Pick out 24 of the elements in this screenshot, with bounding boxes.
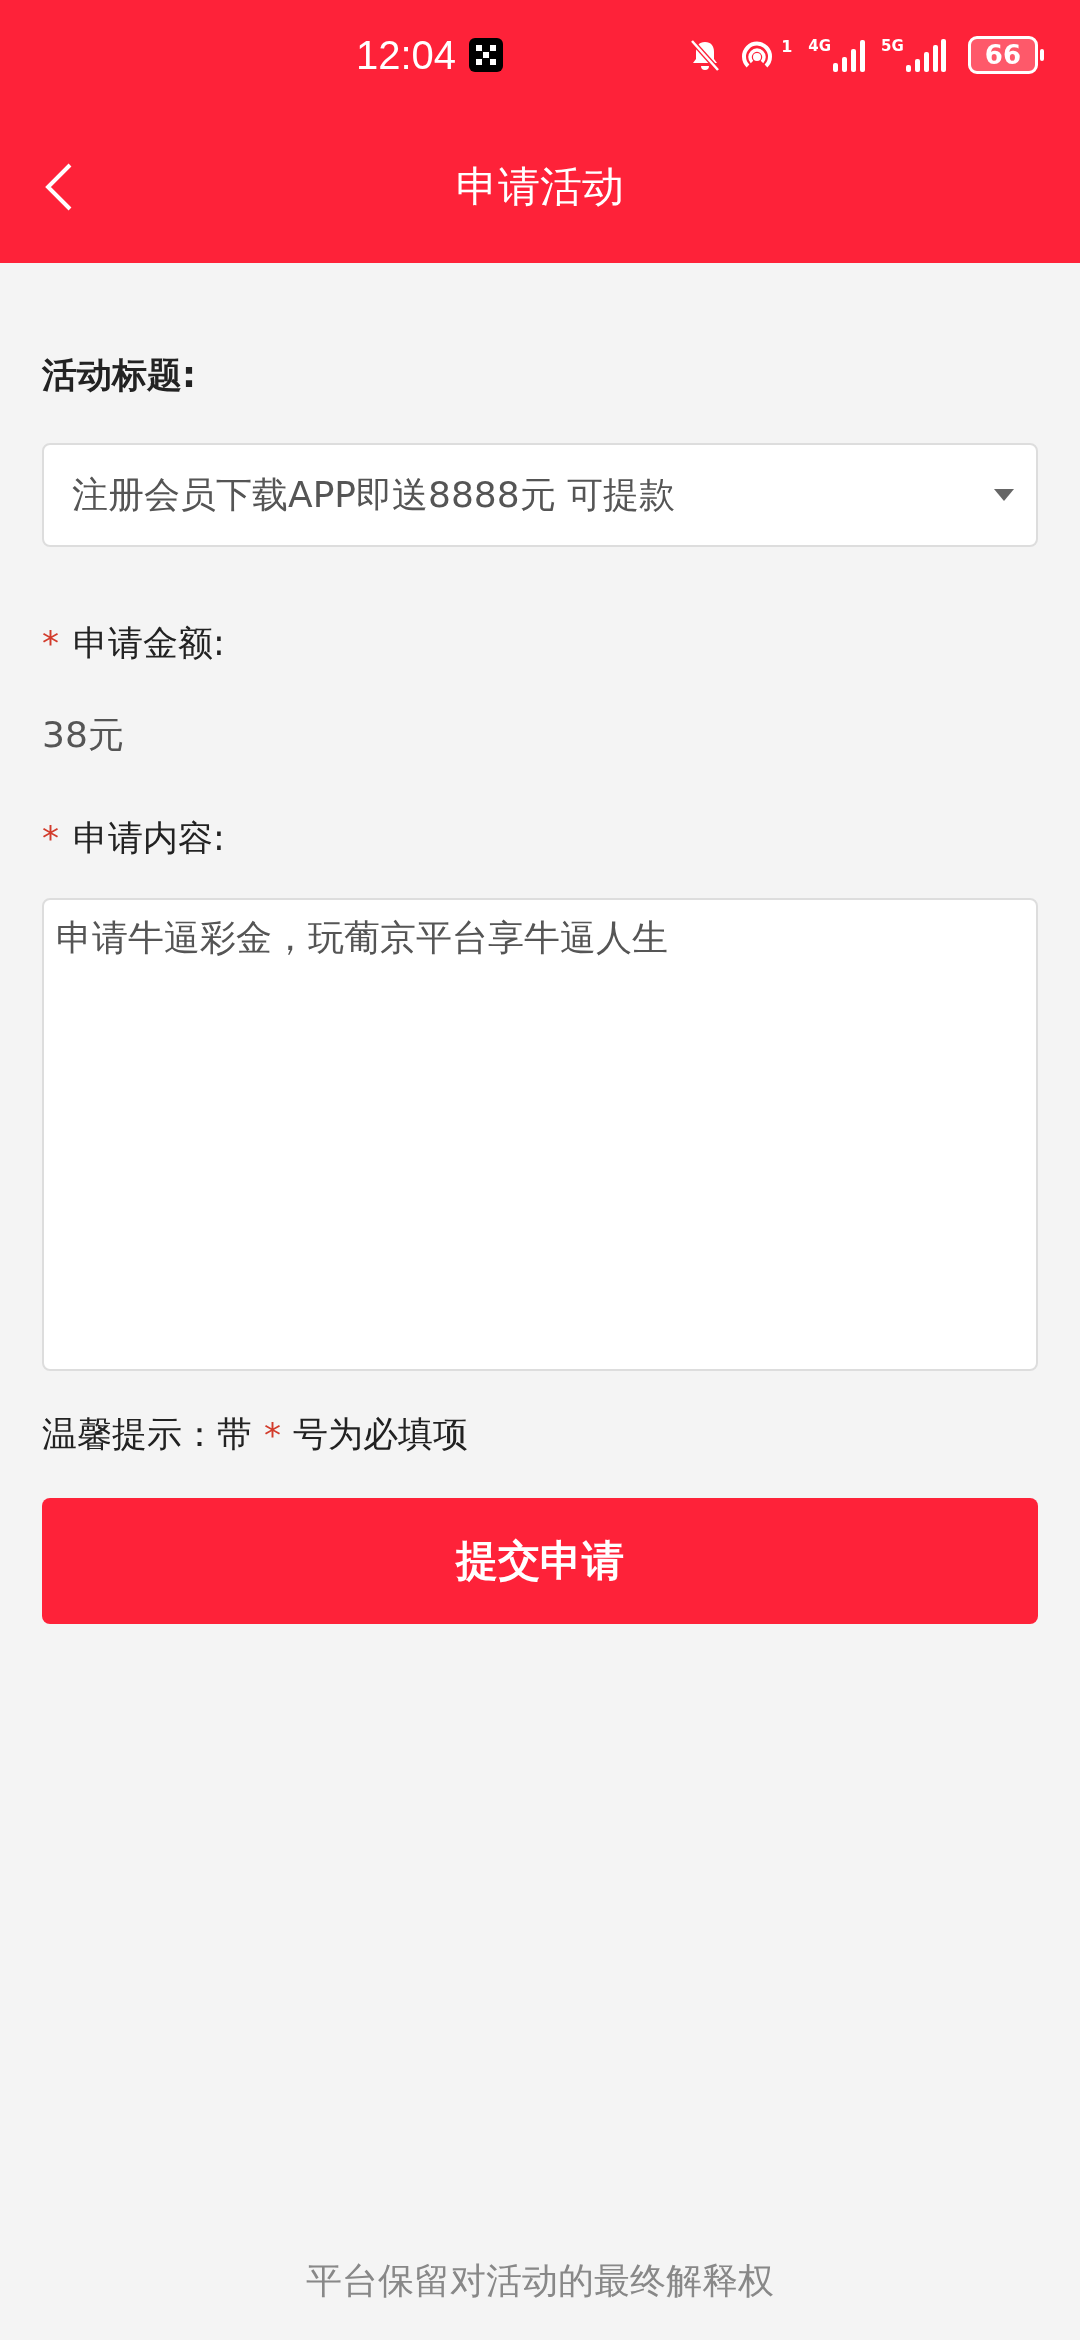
required-mark: * (42, 818, 59, 858)
field-label: 活动标题: (42, 353, 196, 397)
amount-value: 38元 (42, 713, 125, 757)
network-type: 5G (881, 37, 904, 55)
signal-icon (905, 37, 946, 73)
status-time: 12:04 (356, 32, 457, 78)
back-icon[interactable] (44, 161, 74, 212)
signal-icon (833, 37, 866, 73)
battery-indicator: 66 (967, 36, 1038, 74)
hint-text: 号为必填项 (293, 1413, 468, 1456)
field-label: 申请金额: (73, 621, 225, 665)
required-mark: * (42, 623, 59, 663)
caret-icon (994, 489, 1014, 501)
app-notification-icon (468, 37, 505, 73)
footer-note: 平台保留对活动的最终解释权 (306, 2260, 774, 2301)
submit-button[interactable]: 提交申请 (42, 1498, 1038, 1624)
content-textarea[interactable]: 申请牛逼彩金，玩葡京平台享牛逼人生 (42, 898, 1038, 1371)
network-type: 4G (808, 37, 832, 55)
activity-select[interactable]: 注册会员下载APP即送8888元 可提款 (42, 443, 1038, 547)
field-label: 申请内容: (73, 816, 225, 860)
hotspot-count: 1 (781, 37, 793, 56)
hint-text: 温馨提示：带 (42, 1413, 252, 1456)
page-title: 申请活动 (456, 160, 624, 213)
required-mark: * (264, 1414, 281, 1455)
